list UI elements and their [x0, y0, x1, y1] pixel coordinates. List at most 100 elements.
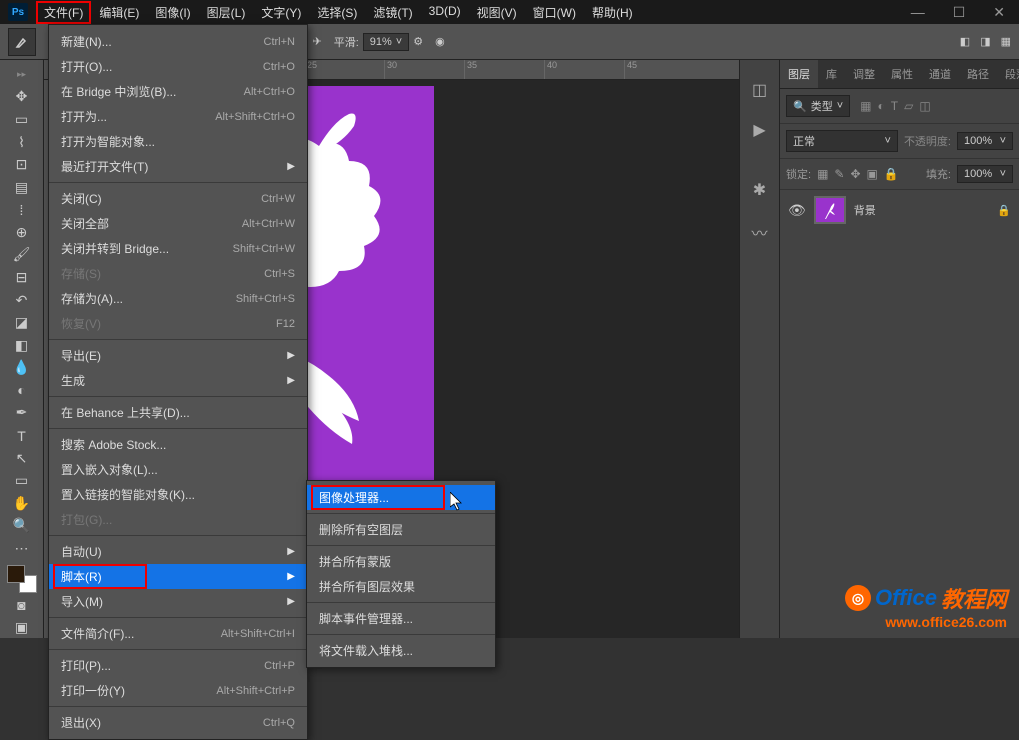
lock-artboard-icon[interactable]: ▣: [867, 167, 878, 181]
shape-tool[interactable]: ▭: [10, 470, 34, 491]
eyedropper-tool[interactable]: ⁞: [10, 199, 34, 220]
layer-name[interactable]: 背景: [854, 202, 876, 218]
healing-tool[interactable]: ⊕: [10, 222, 34, 243]
visibility-icon[interactable]: 👁: [788, 202, 806, 219]
menu-item[interactable]: 打印(P)...Ctrl+P: [49, 653, 307, 678]
menu-item[interactable]: 脚本(R)▶: [49, 564, 307, 589]
color-swatches[interactable]: [7, 565, 37, 593]
menu-item[interactable]: 导入(M)▶: [49, 589, 307, 614]
blend-mode-dropdown[interactable]: 正常˅: [786, 130, 898, 152]
menu-item[interactable]: 在 Behance 上共享(D)...: [49, 400, 307, 425]
menubar-item[interactable]: 图像(I): [147, 1, 198, 24]
panel-toggle-1[interactable]: ◧: [960, 35, 970, 48]
filter-smart-icon[interactable]: ◫: [919, 99, 930, 113]
menu-item[interactable]: 自动(U)▶: [49, 539, 307, 564]
panel-tab[interactable]: 属性: [883, 60, 921, 88]
menubar-item[interactable]: 视图(V): [469, 1, 525, 24]
panel-tab[interactable]: 通道: [921, 60, 959, 88]
path-tool[interactable]: ↖: [10, 448, 34, 469]
more-tools[interactable]: ⋯: [10, 538, 34, 559]
menubar-item[interactable]: 3D(D): [421, 1, 469, 24]
maximize-button[interactable]: ☐: [947, 4, 972, 21]
move-tool[interactable]: ✥: [10, 87, 34, 108]
menu-item[interactable]: 生成▶: [49, 368, 307, 393]
submenu-item[interactable]: 拼合所有蒙版: [307, 549, 495, 574]
tool-preset-picker[interactable]: [8, 28, 36, 56]
gradient-tool[interactable]: ◧: [10, 335, 34, 356]
menu-item[interactable]: 存储为(A)...Shift+Ctrl+S: [49, 286, 307, 311]
panel-tab[interactable]: 路径: [959, 60, 997, 88]
layer-opacity-value[interactable]: 100%˅: [957, 132, 1013, 150]
lock-position-icon[interactable]: ✥: [850, 167, 860, 181]
submenu-item[interactable]: 图像处理器...: [307, 485, 495, 510]
panel-toggle-2[interactable]: ◨: [980, 35, 990, 48]
expand-tools[interactable]: ▸▸: [10, 64, 34, 85]
menu-item[interactable]: 搜索 Adobe Stock...: [49, 432, 307, 457]
filter-adjust-icon[interactable]: ◐: [877, 99, 884, 113]
menu-item[interactable]: 置入链接的智能对象(K)...: [49, 482, 307, 507]
close-button[interactable]: ✕: [987, 4, 1011, 21]
layer-thumbnail[interactable]: [814, 196, 846, 224]
menu-item[interactable]: 关闭全部Alt+Ctrl+W: [49, 211, 307, 236]
lasso-tool[interactable]: ⌇: [10, 132, 34, 153]
menu-item[interactable]: 置入嵌入对象(L)...: [49, 457, 307, 482]
foreground-color[interactable]: [7, 565, 25, 583]
menubar-item[interactable]: 帮助(H): [584, 1, 641, 24]
menu-item[interactable]: 关闭(C)Ctrl+W: [49, 186, 307, 211]
panel-tab[interactable]: 段落: [997, 60, 1019, 88]
adjust-panel-icon[interactable]: ✱: [753, 180, 766, 200]
menubar-item[interactable]: 图层(L): [199, 1, 254, 24]
frame-tool[interactable]: ▤: [10, 177, 34, 198]
menu-item[interactable]: 关闭并转到 Bridge...Shift+Ctrl+W: [49, 236, 307, 261]
menu-item[interactable]: 打印一份(Y)Alt+Shift+Ctrl+P: [49, 678, 307, 703]
menu-item[interactable]: 文件简介(F)...Alt+Shift+Ctrl+I: [49, 621, 307, 646]
brush-tool[interactable]: 🖌: [10, 245, 34, 266]
menubar-item[interactable]: 文字(Y): [253, 1, 309, 24]
menu-item[interactable]: 打开(O)...Ctrl+O: [49, 54, 307, 79]
pen-tool[interactable]: ✒: [10, 403, 34, 424]
menu-item[interactable]: 在 Bridge 中浏览(B)...Alt+Ctrl+O: [49, 79, 307, 104]
lock-all-icon[interactable]: 🔒: [884, 167, 899, 181]
smooth-settings-icon[interactable]: ⚙: [413, 35, 423, 48]
panel-tab[interactable]: 图层: [780, 60, 818, 88]
airbrush-icon[interactable]: ✈: [312, 35, 321, 48]
dodge-tool[interactable]: ◐: [10, 380, 34, 401]
filter-shape-icon[interactable]: ▱: [904, 99, 913, 113]
menubar-item[interactable]: 选择(S): [309, 1, 365, 24]
submenu-item[interactable]: 删除所有空图层: [307, 517, 495, 542]
crop-tool[interactable]: ⊡: [10, 154, 34, 175]
filter-type-icon[interactable]: T: [891, 99, 898, 113]
filter-pixel-icon[interactable]: ▦: [860, 99, 871, 113]
pressure-size-icon[interactable]: ◉: [435, 35, 445, 48]
menubar-item[interactable]: 窗口(W): [525, 1, 584, 24]
menu-item[interactable]: 导出(E)▶: [49, 343, 307, 368]
history-brush-tool[interactable]: ↶: [10, 290, 34, 311]
hand-tool[interactable]: ✋: [10, 493, 34, 514]
lock-pixels-icon[interactable]: ▦: [817, 167, 828, 181]
menu-item[interactable]: 新建(N)...Ctrl+N: [49, 29, 307, 54]
marquee-tool[interactable]: ▭: [10, 109, 34, 130]
panel-tab[interactable]: 调整: [845, 60, 883, 88]
lock-brush-icon[interactable]: ✎: [834, 167, 844, 181]
menubar-item[interactable]: 文件(F): [36, 1, 91, 24]
actions-panel-icon[interactable]: ▶: [753, 120, 765, 140]
submenu-item[interactable]: 脚本事件管理器...: [307, 606, 495, 631]
menu-item[interactable]: 最近打开文件(T)▶: [49, 154, 307, 179]
stamp-tool[interactable]: ⊟: [10, 267, 34, 288]
eraser-tool[interactable]: ◪: [10, 312, 34, 333]
menu-item[interactable]: 退出(X)Ctrl+Q: [49, 710, 307, 735]
minimize-button[interactable]: —: [905, 4, 931, 21]
zoom-tool[interactable]: 🔍: [10, 516, 34, 537]
submenu-item[interactable]: 拼合所有图层效果: [307, 574, 495, 599]
styles-panel-icon[interactable]: 〰: [751, 220, 767, 244]
menu-item[interactable]: 打开为...Alt+Shift+Ctrl+O: [49, 104, 307, 129]
type-tool[interactable]: T: [10, 425, 34, 446]
menu-item[interactable]: 打开为智能对象...: [49, 129, 307, 154]
submenu-item[interactable]: 将文件载入堆栈...: [307, 638, 495, 663]
menubar-item[interactable]: 编辑(E): [91, 1, 147, 24]
layer-filter-type[interactable]: 🔍 类型 ˅: [786, 95, 850, 117]
smooth-value[interactable]: 91%˅: [363, 33, 409, 51]
quick-mask[interactable]: ◙: [10, 595, 34, 616]
blur-tool[interactable]: 💧: [10, 358, 34, 379]
history-panel-icon[interactable]: ◫: [752, 80, 767, 100]
